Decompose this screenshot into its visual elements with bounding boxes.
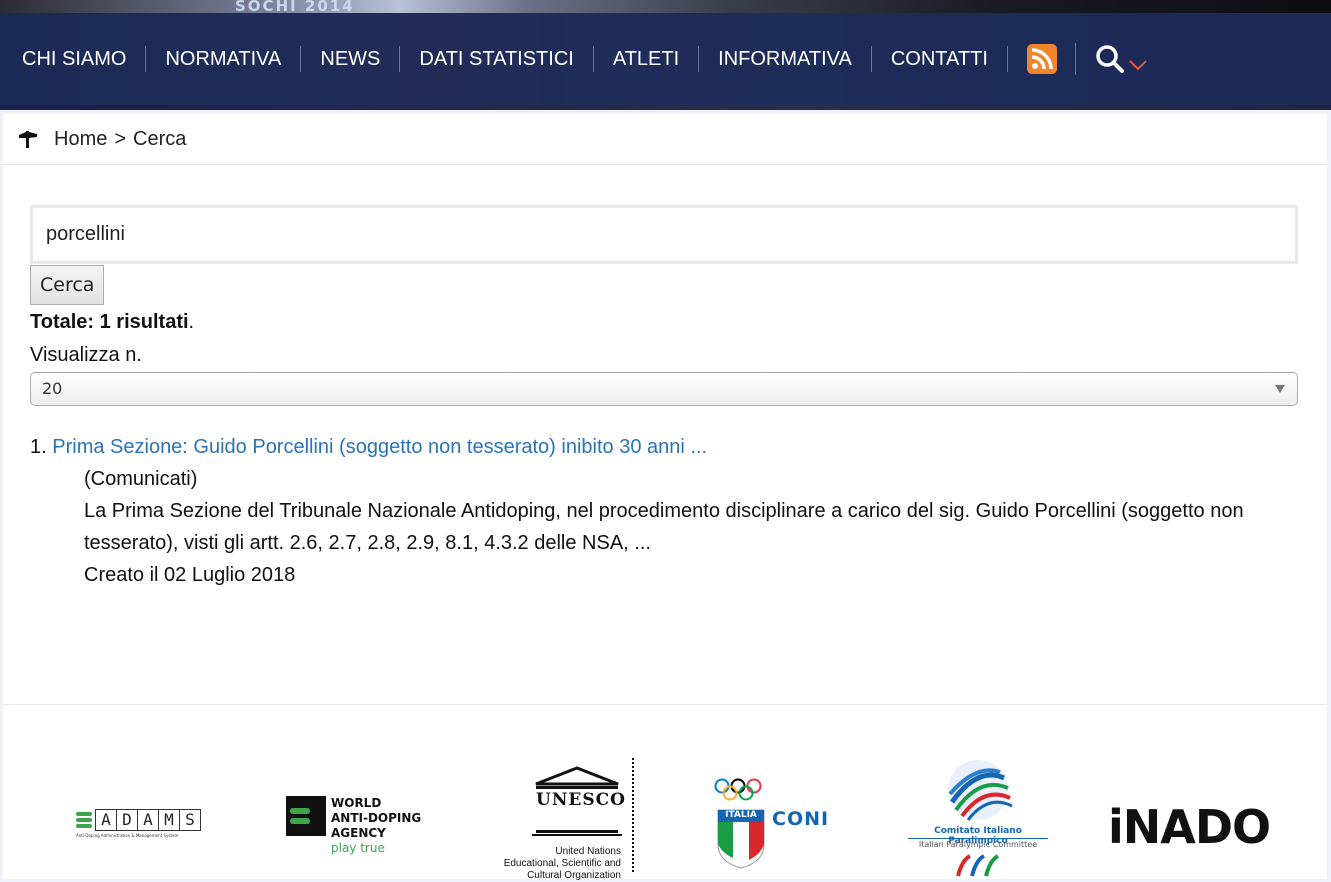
search-icon (1096, 45, 1124, 73)
chevron-down-icon (1275, 385, 1285, 393)
nav-item-informativa[interactable]: INFORMATIVA (699, 46, 872, 72)
adams-logo[interactable]: A D A M S Anti-Doping Administration & M… (76, 809, 216, 849)
nav-item-atleti[interactable]: ATLETI (594, 46, 700, 72)
rss-icon[interactable] (1026, 44, 1057, 74)
nav-item-news[interactable]: NEWS (301, 46, 401, 72)
result-snippet: La Prima Sezione del Tribunale Nazionale… (84, 500, 1244, 554)
cip-line2: Italian Paralympic Committee (918, 840, 1038, 849)
display-count-value: 20 (42, 379, 63, 398)
display-count-select[interactable]: 20 (30, 372, 1298, 406)
wada-line3: AGENCY (331, 826, 386, 840)
adams-letter: A (138, 809, 159, 831)
search-input[interactable] (30, 205, 1298, 264)
chevron-down-icon (1129, 60, 1147, 71)
result-category: (Comunicati) (84, 468, 198, 490)
search-toggle[interactable] (1094, 43, 1149, 75)
wada-line2: ANTI-DOPING (331, 811, 422, 825)
footer-divider (3, 704, 1327, 705)
result-title-link[interactable]: Prima Sezione: Guido Porcellini (soggett… (52, 436, 707, 458)
coni-name: CONI (772, 808, 830, 830)
header-banner: SOCHI 2014 CHI SIAMO NORMATIVA NEWS DATI… (0, 0, 1331, 110)
inado-logo[interactable]: iNADO (1108, 800, 1271, 854)
signpost-icon (17, 129, 39, 149)
wada-line1: WORLD (331, 796, 382, 810)
result-number: 1. (30, 436, 47, 458)
list-item: 1. Prima Sezione: Guido Porcellini (sogg… (30, 431, 1300, 591)
unesco-line1: United Nations (555, 846, 621, 857)
nav-item-chi-siamo[interactable]: CHI SIAMO (0, 46, 147, 72)
breadcrumb-current: Cerca (133, 127, 187, 150)
coni-logo[interactable]: ITALIA CONI (713, 778, 843, 872)
nav-item-normativa[interactable]: NORMATIVA (146, 46, 302, 72)
unesco-divider (632, 758, 634, 872)
wada-mark-icon (286, 796, 326, 836)
partner-logos: A D A M S Anti-Doping Administration & M… (3, 754, 1327, 881)
unesco-name: UNESCO (536, 790, 626, 810)
results-total-period: . (188, 311, 195, 333)
nav-item-contatti[interactable]: CONTATTI (872, 46, 1008, 72)
wada-tagline: play true (331, 841, 385, 855)
adams-tagline: Anti-Doping Administration & Management … (76, 833, 179, 838)
results-total-text: Totale: 1 risultati (30, 311, 189, 333)
banner-jersey-text: SOCHI 2014 (235, 0, 355, 13)
coni-badge-text: ITALIA (725, 810, 757, 820)
search-button[interactable]: Cerca (30, 265, 105, 305)
cip-globe-icon (948, 760, 1013, 821)
banner-bottom-strip (0, 105, 1331, 110)
nav-item-dati-statistici[interactable]: DATI STATISTICI (400, 46, 594, 72)
search-content: Cerca Totale: 1 risultati. Visualizza n.… (3, 165, 1327, 591)
cip-rule (908, 838, 1048, 839)
adams-letter: A (95, 809, 117, 831)
unesco-line3: Cultural Organization (527, 870, 621, 881)
adams-mark-icon (76, 812, 92, 828)
results-total: Totale: 1 risultati. (30, 309, 1300, 335)
display-count-label: Visualizza n. (30, 344, 142, 366)
adams-letter: M (159, 809, 180, 831)
banner-photo-strip (0, 0, 1331, 13)
adams-letter: D (117, 809, 138, 831)
main-nav: CHI SIAMO NORMATIVA NEWS DATI STATISTICI… (0, 13, 1331, 105)
adams-letter: S (180, 809, 201, 831)
inado-wordmark: iNADO (1108, 800, 1271, 854)
main-panel: Home > Cerca Cerca Totale: 1 risultati. … (3, 114, 1327, 881)
cip-logo[interactable]: Comitato Italiano Paralimpico Italian Pa… (903, 754, 1053, 879)
result-details: (Comunicati) La Prima Sezione del Tribun… (30, 463, 1300, 591)
agitos-icon (956, 854, 1000, 877)
nav-divider (1074, 43, 1076, 75)
olympic-rings-icon (714, 778, 762, 801)
breadcrumb-separator: > (114, 127, 127, 150)
unesco-logo[interactable]: UNESCO United Nations Educational, Scien… (487, 758, 637, 881)
adams-wordmark: A D A M S (95, 809, 201, 831)
breadcrumb-home[interactable]: Home (54, 128, 107, 151)
wada-logo[interactable]: WORLD ANTI-DOPING AGENCY play true (286, 796, 426, 858)
unesco-line2: Educational, Scientific and (503, 858, 621, 869)
breadcrumb: Home > Cerca (3, 114, 1327, 165)
result-date: Creato il 02 Luglio 2018 (84, 564, 296, 586)
